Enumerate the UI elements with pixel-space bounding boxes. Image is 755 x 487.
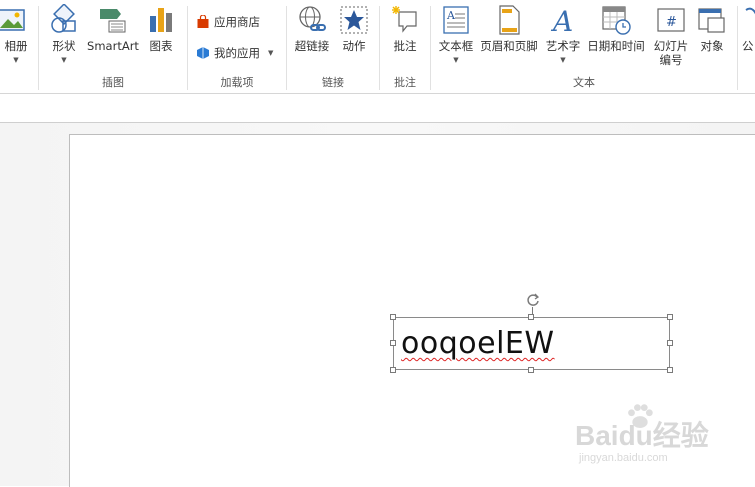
chevron-down-icon[interactable]: ▼ [268,49,273,57]
ribbon-collapsed-area [0,94,755,123]
group-addins: 应用商店 我的应用 ▼ 加载项 [188,0,286,93]
baidu-watermark: Baidu经验 jingyan.baidu.com [575,400,750,472]
group-label-links: 链接 [322,76,344,89]
group-illustrations: 形状 ▼ SmartArt 图表 插图 [39,0,187,93]
group-text: A 文本框 ▼ 页眉和页脚 A 艺术字 ▼ 日期和时间 # 幻灯片 编号 对象 … [431,0,737,93]
equation-button[interactable]: 公 [742,4,755,53]
chevron-down-icon: ▼ [13,56,19,64]
header-footer-button[interactable]: 页眉和页脚 [479,4,539,53]
shapes-icon [51,4,76,33]
group-label-comments: 批注 [394,76,416,89]
slide-number-button[interactable]: # 幻灯片 编号 [651,4,691,67]
header-footer-label: 页眉和页脚 [480,39,538,53]
new-comment-icon [392,6,417,33]
resize-handle-bottom-left[interactable] [390,367,396,373]
chevron-down-icon: ▼ [61,56,67,64]
textbox-button[interactable]: A 文本框 ▼ [437,4,475,64]
album-button[interactable]: 相册 ▼ [0,4,32,64]
comment-label: 批注 [393,39,417,53]
app-store-label: 应用商店 [214,15,260,29]
group-label-addins: 加载项 [220,76,254,89]
resize-handle-bottom[interactable] [528,367,534,373]
shopping-bag-icon [197,15,209,28]
wordart-icon: A [550,5,573,36]
star-action-icon [340,6,368,34]
action-label: 动作 [342,39,366,53]
equation-label: 公 [742,39,754,53]
smartart-icon [100,9,126,33]
group-comments: 批注 批注 [380,0,430,93]
equation-icon [745,7,755,15]
datetime-button[interactable]: 日期和时间 [585,4,647,53]
resize-handle-bottom-right[interactable] [667,367,673,373]
group-symbols: 公 [738,0,755,93]
chart-label: 图表 [149,39,173,53]
svg-text:#: # [666,15,677,30]
my-apps-button[interactable]: 我的应用 ▼ [196,43,273,63]
my-apps-label: 我的应用 [214,46,260,60]
ribbon: 相册 ▼ 形状 ▼ SmartArt 图表 插图 应用商店 我的应用 ▼ 加载项… [0,0,755,94]
slide-number-label-2: 编号 [659,53,683,67]
wordart-label: 艺术字 [545,39,581,53]
hyperlink-button[interactable]: 超链接 [291,4,333,53]
resize-handle-right[interactable] [667,340,673,346]
slide-number-icon: # [657,8,685,32]
comment-button[interactable]: 批注 [388,4,422,53]
shapes-button[interactable]: 形状 ▼ [47,4,81,64]
photo-album-icon [0,9,25,31]
chevron-down-icon: ▼ [453,56,459,64]
hyperlink-globe-icon [299,6,326,31]
group-label-illustrations: 插图 [102,76,124,89]
selected-textbox[interactable]: ooqoelEW [393,317,670,370]
textbox-content[interactable]: ooqoelEW [401,326,555,362]
group-links: 超链接 动作 链接 [287,0,379,93]
group-label-text: 文本 [573,76,595,89]
calendar-clock-icon [602,6,631,35]
smartart-label: SmartArt [87,39,139,53]
album-label: 相册 [4,39,28,53]
shapes-label: 形状 [52,39,76,53]
smartart-button[interactable]: SmartArt [86,4,140,53]
object-button[interactable]: 对象 [694,4,730,53]
chart-button[interactable]: 图表 [143,4,179,53]
resize-handle-top-left[interactable] [390,314,396,320]
app-store-button[interactable]: 应用商店 [196,12,260,32]
action-button[interactable]: 动作 [337,4,371,53]
watermark-brand: Baidu经验 [575,420,709,451]
resize-handle-top-right[interactable] [667,314,673,320]
my-apps-icon [197,47,209,59]
svg-text:A: A [550,5,573,36]
watermark-url: jingyan.baidu.com [579,452,668,464]
resize-handle-left[interactable] [390,340,396,346]
bar-chart-icon [150,8,172,32]
slide-number-label-1: 幻灯片 [653,39,689,53]
rotate-handle-icon[interactable] [525,292,541,308]
textbox-label: 文本框 [438,39,474,53]
resize-handle-top[interactable] [528,314,534,320]
object-icon [698,8,725,33]
wordart-button[interactable]: A 艺术字 ▼ [543,4,583,64]
header-footer-icon [499,5,520,35]
svg-text:A: A [446,9,456,22]
hyperlink-label: 超链接 [294,39,330,53]
object-label: 对象 [700,39,724,53]
textbox-icon: A [443,6,469,34]
group-images: 相册 ▼ [0,0,38,93]
datetime-label: 日期和时间 [587,39,645,53]
chevron-down-icon: ▼ [560,56,566,64]
